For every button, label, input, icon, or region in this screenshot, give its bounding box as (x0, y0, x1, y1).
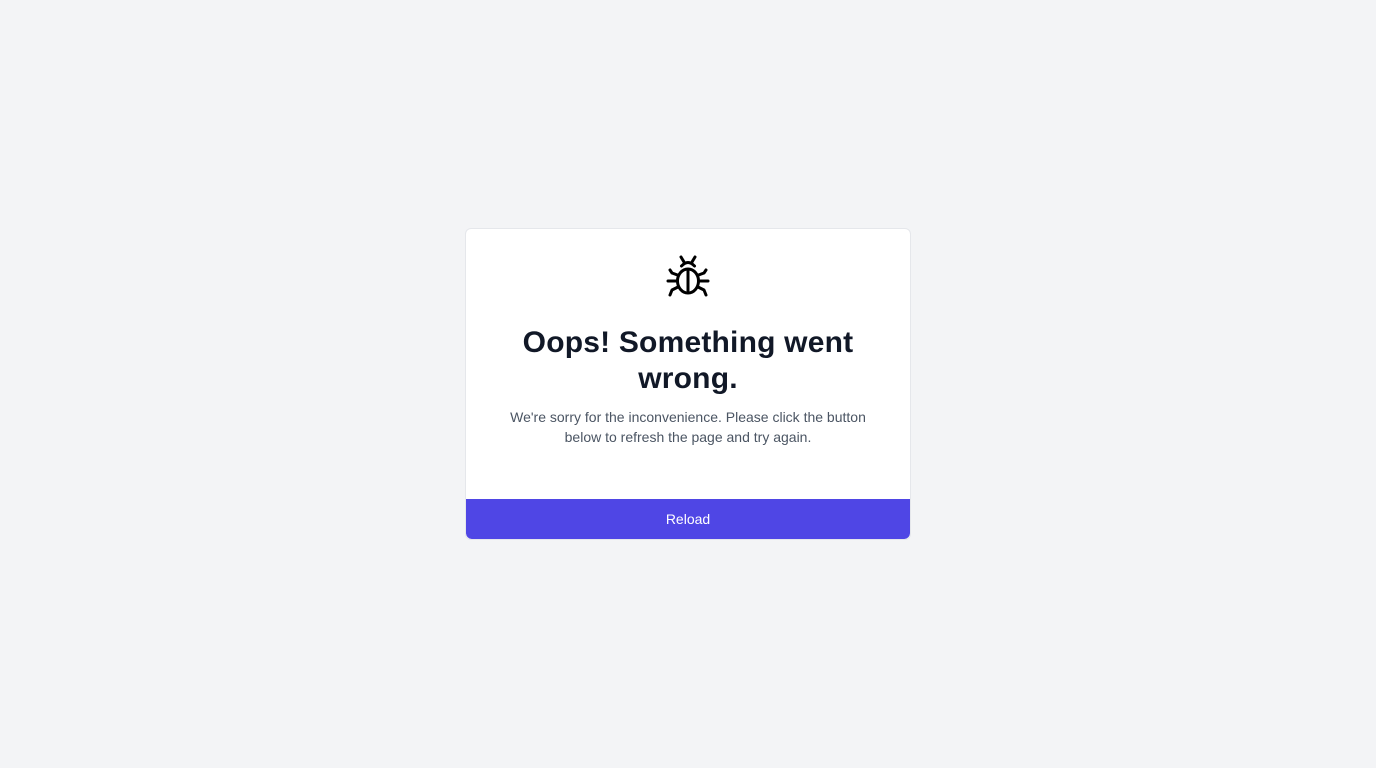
error-card: Oops! Something went wrong. We're sorry … (465, 228, 911, 540)
bug-icon (490, 253, 886, 301)
error-title: Oops! Something went wrong. (522, 326, 854, 395)
error-message: We're sorry for the inconvenience. Pleas… (510, 409, 866, 445)
reload-button[interactable]: Reload (466, 499, 910, 539)
error-page: Oops! Something went wrong. We're sorry … (0, 0, 1376, 768)
error-card-body: Oops! Something went wrong. We're sorry … (466, 229, 910, 447)
